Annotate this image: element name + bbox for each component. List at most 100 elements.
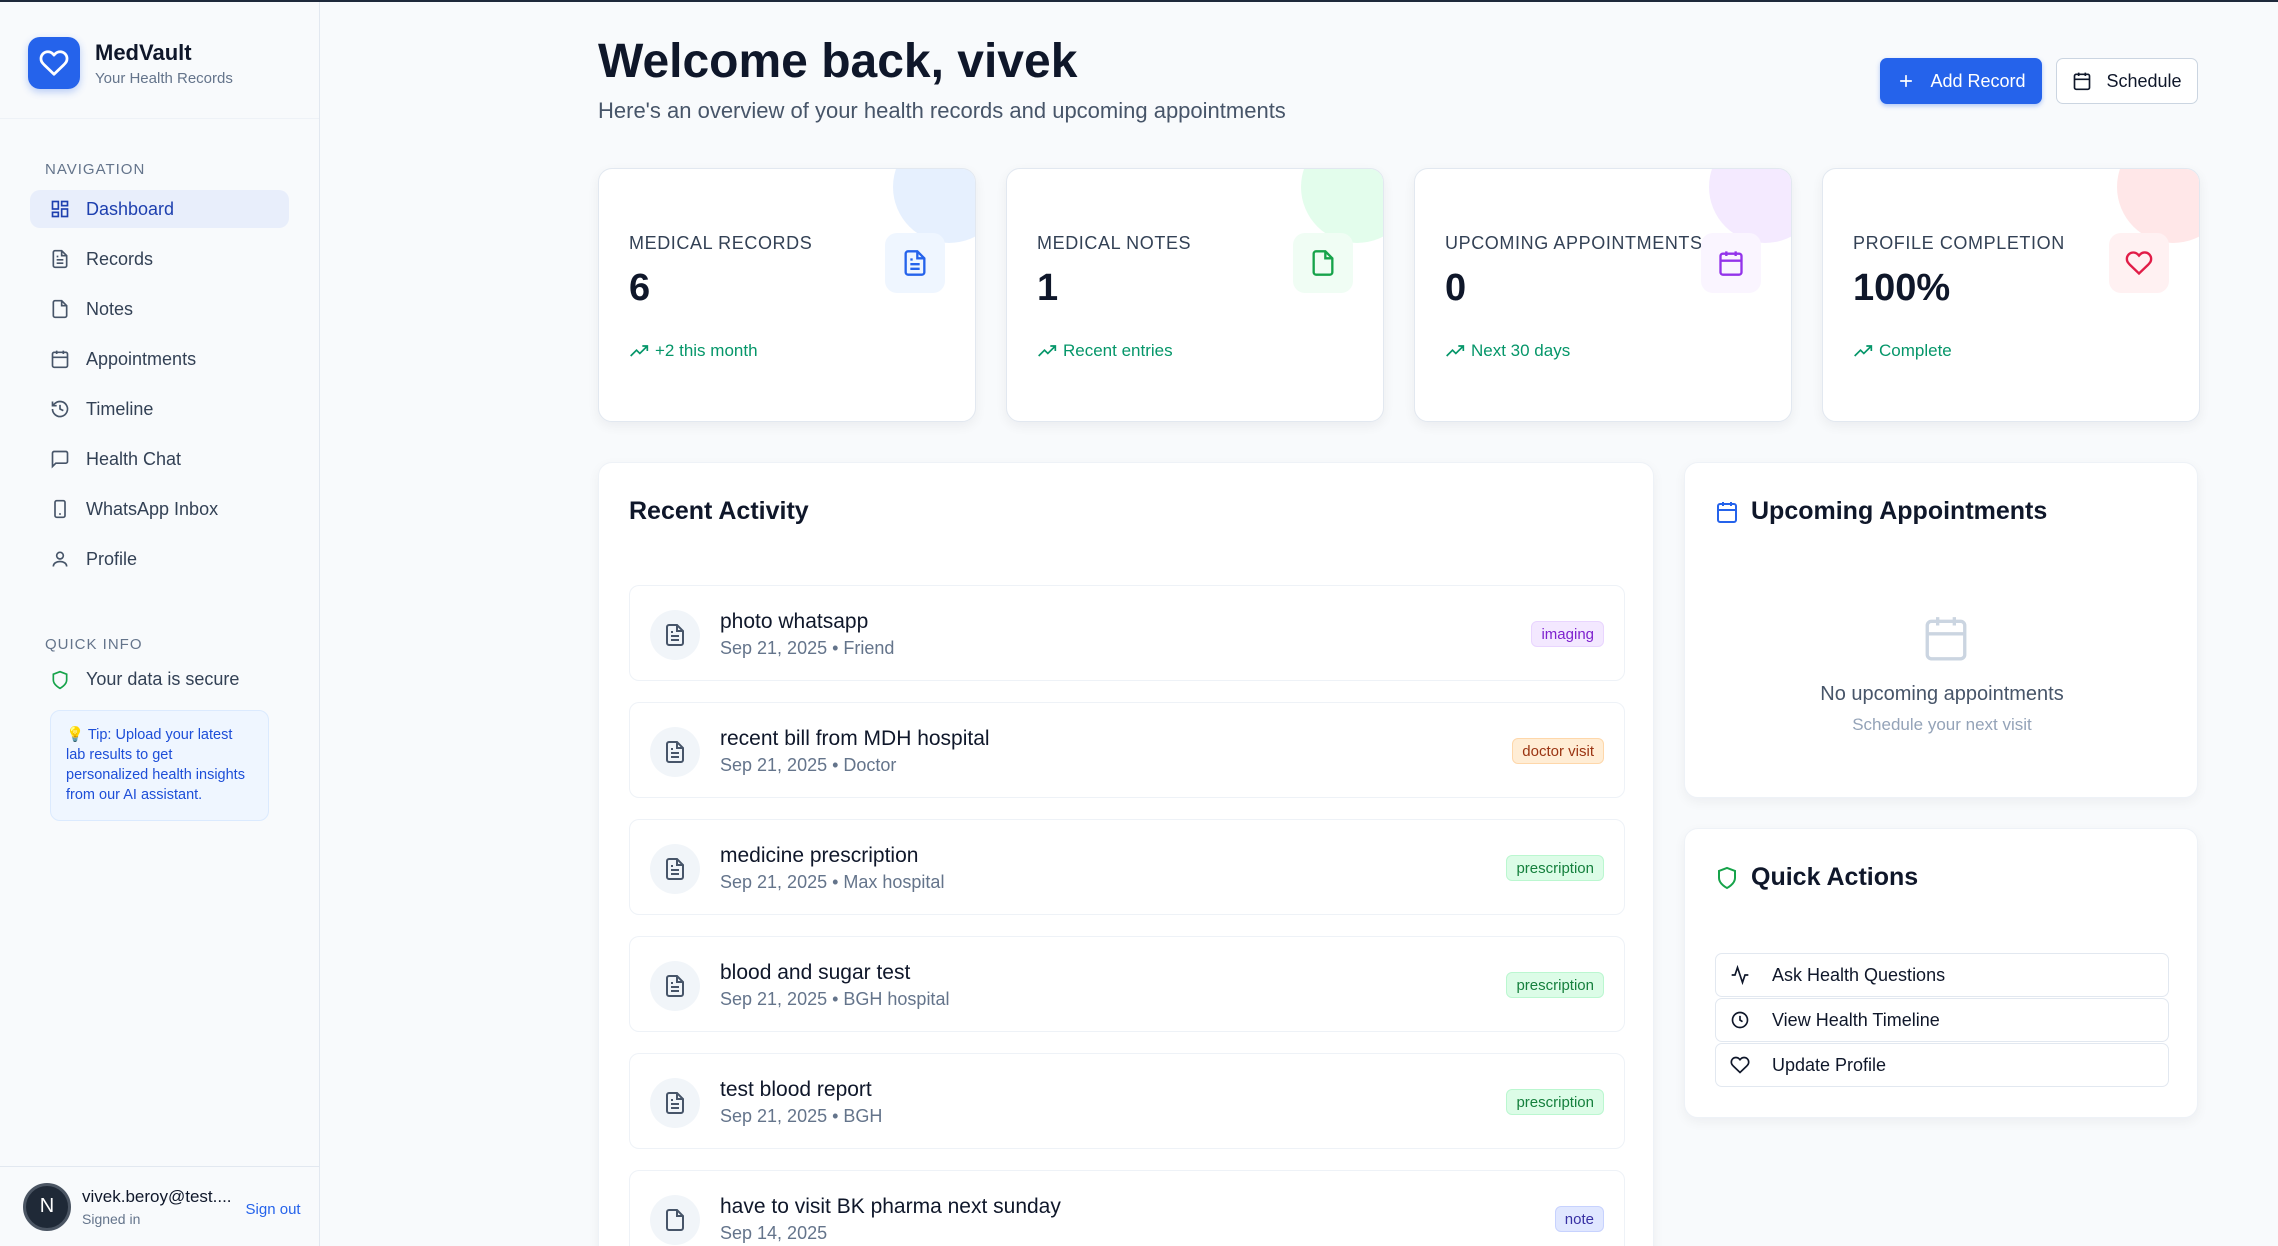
stat-trend: Next 30 days xyxy=(1445,341,1570,361)
heart-icon xyxy=(1730,1056,1750,1074)
nav-section-title: NAVIGATION xyxy=(45,161,146,178)
stat-value: 6 xyxy=(629,267,651,309)
note-icon xyxy=(1293,233,1353,293)
list-item[interactable]: test blood report Sep 21, 2025 • BGH pre… xyxy=(629,1053,1625,1149)
activity-meta: Sep 14, 2025 xyxy=(720,1223,828,1243)
list-item[interactable]: have to visit BK pharma next sunday Sep … xyxy=(629,1170,1625,1246)
stat-card-medical-notes[interactable]: MEDICAL NOTES 1 Recent entries xyxy=(1006,168,1384,422)
calendar-icon xyxy=(1925,617,1967,661)
sidebar-item-timeline[interactable]: Timeline xyxy=(30,390,289,428)
stat-label: MEDICAL RECORDS xyxy=(629,233,813,253)
quick-actions-panel: Quick Actions Ask Health Questions View … xyxy=(1684,828,2198,1118)
file-icon xyxy=(52,249,68,269)
stat-value: 100% xyxy=(1853,267,1951,309)
sign-out-link[interactable]: Sign out xyxy=(246,1201,301,1218)
add-record-button[interactable]: Add Record xyxy=(1880,58,2042,104)
recent-activity-panel: Recent Activity photo whatsapp Sep 21, 2… xyxy=(598,462,1654,1246)
category-badge: imaging xyxy=(1531,621,1604,647)
action-label: Update Profile xyxy=(1772,1054,1887,1075)
sidebar: MedVault Your Health Records NAVIGATION … xyxy=(0,2,320,1246)
stat-card-medical-records[interactable]: MEDICAL RECORDS 6 +2 this month xyxy=(598,168,976,422)
empty-state-subtext: Schedule your next visit xyxy=(1852,715,2032,734)
activity-title: have to visit BK pharma next sunday xyxy=(720,1195,1061,1218)
sidebar-item-profile[interactable]: Profile xyxy=(30,540,289,578)
avatar[interactable]: N xyxy=(23,1182,71,1231)
file-icon xyxy=(650,727,700,777)
note-icon xyxy=(650,1195,700,1245)
secure-text: Your data is secure xyxy=(86,669,240,689)
sidebar-item-records[interactable]: Records xyxy=(30,240,289,278)
file-icon xyxy=(650,610,700,660)
list-item[interactable]: photo whatsapp Sep 21, 2025 • Friend ima… xyxy=(629,585,1625,681)
sidebar-item-whatsapp-inbox[interactable]: WhatsApp Inbox xyxy=(30,490,289,528)
sidebar-item-label: Dashboard xyxy=(86,198,175,219)
list-item[interactable]: recent bill from MDH hospital Sep 21, 20… xyxy=(629,702,1625,798)
stat-trend-text: Next 30 days xyxy=(1471,341,1571,360)
quick-actions-title: Quick Actions xyxy=(1715,863,1918,892)
user-status: Signed in xyxy=(82,1210,141,1227)
decorative-blob xyxy=(1709,169,1791,243)
calendar-icon xyxy=(1701,233,1761,293)
activity-title: recent bill from MDH hospital xyxy=(720,727,990,750)
activity-meta: Sep 21, 2025 • BGH xyxy=(720,1106,883,1126)
action-label: View Health Timeline xyxy=(1772,1009,1940,1030)
upcoming-appointments-title: Upcoming Appointments xyxy=(1715,497,2047,526)
activity-title: test blood report xyxy=(720,1078,872,1101)
page-subtitle: Here's an overview of your health record… xyxy=(598,98,1286,123)
file-icon xyxy=(885,233,945,293)
panel-title-text: Quick Actions xyxy=(1751,863,1919,891)
sidebar-item-appointments[interactable]: Appointments xyxy=(30,340,289,378)
tip-box: 💡 Tip: Upload your latest lab results to… xyxy=(50,710,269,821)
user-block: N vivek.beroy@test.... Signed in Sign ou… xyxy=(0,1166,320,1246)
stat-card-upcoming-appointments[interactable]: UPCOMING APPOINTMENTS 0 Next 30 days xyxy=(1414,168,1792,422)
activity-meta: Sep 21, 2025 • Doctor xyxy=(720,755,897,775)
heart-icon xyxy=(2109,233,2169,293)
list-item[interactable]: medicine prescription Sep 21, 2025 • Max… xyxy=(629,819,1625,915)
sidebar-item-health-chat[interactable]: Health Chat xyxy=(30,440,289,478)
stat-label: MEDICAL NOTES xyxy=(1037,233,1192,253)
sidebar-item-dashboard[interactable]: Dashboard xyxy=(30,190,289,228)
add-record-label: Add Record xyxy=(1930,70,2026,91)
sidebar-item-label: Records xyxy=(86,248,154,269)
stat-trend-text: Recent entries xyxy=(1063,341,1173,360)
brand-subtitle: Your Health Records xyxy=(95,69,233,87)
schedule-button[interactable]: Schedule xyxy=(2056,58,2198,104)
list-item[interactable]: blood and sugar test Sep 21, 2025 • BGH … xyxy=(629,936,1625,1032)
sidebar-item-notes[interactable]: Notes xyxy=(30,290,289,328)
stat-card-profile-completion[interactable]: PROFILE COMPLETION 100% Complete xyxy=(1822,168,2200,422)
clock-icon xyxy=(1731,1011,1749,1029)
decorative-blob xyxy=(1301,169,1383,243)
schedule-label: Schedule xyxy=(2106,70,2182,91)
action-label: Ask Health Questions xyxy=(1772,964,1946,985)
activity-meta: Sep 21, 2025 • Friend xyxy=(720,638,895,658)
ask-health-questions-button[interactable]: Ask Health Questions xyxy=(1715,953,2169,997)
dashboard-icon xyxy=(51,200,69,218)
calendar-icon xyxy=(2074,72,2091,91)
trending-up-icon xyxy=(1446,345,1465,357)
stat-trend-text: Complete xyxy=(1879,341,1952,360)
category-badge: prescription xyxy=(1506,972,1604,998)
sidebar-item-label: Timeline xyxy=(86,398,154,419)
trending-up-icon xyxy=(630,345,649,357)
file-icon xyxy=(650,1078,700,1128)
update-profile-button[interactable]: Update Profile xyxy=(1715,1043,2169,1087)
phone-icon xyxy=(54,499,66,519)
plus-icon xyxy=(1900,75,1913,87)
sidebar-item-label: Notes xyxy=(86,298,134,319)
activity-icon xyxy=(1731,965,1749,985)
brand: MedVault Your Health Records xyxy=(0,2,319,119)
category-badge: prescription xyxy=(1506,855,1604,881)
calendar-icon xyxy=(1717,501,1737,523)
sidebar-item-label: Health Chat xyxy=(86,448,182,469)
page-title: Welcome back, vivek xyxy=(598,35,1078,88)
chat-icon xyxy=(51,450,69,469)
activity-meta: Sep 21, 2025 • Max hospital xyxy=(720,872,945,892)
sidebar-item-label: Appointments xyxy=(86,348,197,369)
sidebar-item-label: Profile xyxy=(86,548,138,569)
decorative-blob xyxy=(893,169,975,243)
view-health-timeline-button[interactable]: View Health Timeline xyxy=(1715,998,2169,1042)
brand-name: MedVault xyxy=(95,39,192,65)
user-icon xyxy=(52,551,68,567)
calendar-icon xyxy=(51,350,69,369)
sidebar-item-label: WhatsApp Inbox xyxy=(86,498,219,519)
